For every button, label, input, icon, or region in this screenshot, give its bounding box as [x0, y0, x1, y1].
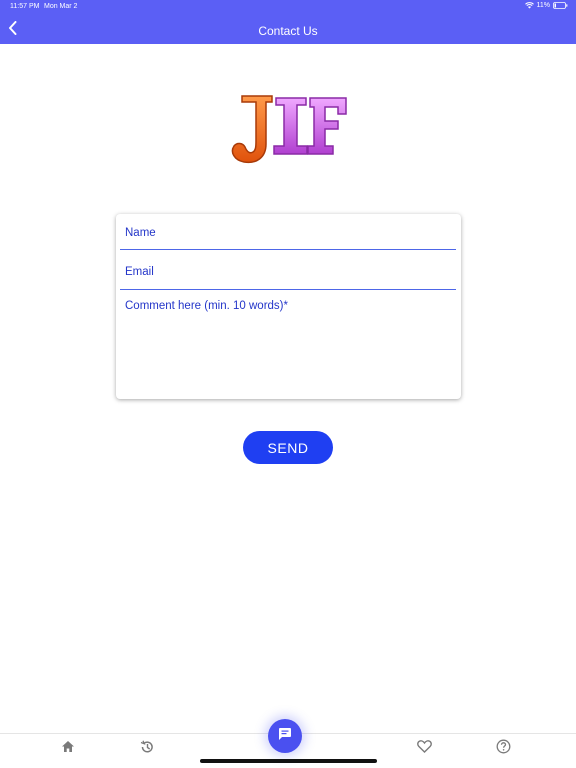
status-date: Mon Mar 2	[44, 3, 78, 10]
nav-favorites[interactable]	[415, 740, 433, 758]
nav-history[interactable]	[138, 739, 156, 759]
name-input[interactable]: Name	[116, 214, 461, 250]
nav-help[interactable]	[494, 739, 512, 759]
status-bar: 11:57 PM Mon Mar 2 11%	[0, 0, 576, 14]
history-icon	[140, 739, 154, 759]
name-underline	[120, 249, 456, 250]
comment-placeholder: Comment here (min. 10 words)*	[125, 300, 288, 312]
nav-home[interactable]	[59, 740, 77, 758]
email-underline	[120, 289, 456, 290]
battery-icon	[553, 2, 568, 9]
status-indicators: 11%	[524, 2, 569, 9]
home-icon	[61, 740, 75, 758]
wifi-icon	[524, 2, 534, 9]
email-placeholder: Email	[125, 266, 154, 278]
help-icon	[496, 739, 511, 759]
page-title: Contact Us	[258, 24, 318, 38]
comment-textarea[interactable]: Comment here (min. 10 words)*	[116, 291, 461, 397]
name-placeholder: Name	[125, 227, 156, 239]
contact-form: Name Email Comment here (min. 10 words)*	[116, 214, 461, 399]
chat-icon	[278, 727, 292, 746]
email-input[interactable]: Email	[116, 251, 461, 289]
app-header: 11:57 PM Mon Mar 2 11% Contact Us	[0, 0, 576, 44]
nav-chat-button[interactable]	[268, 719, 302, 753]
status-time: 11:57 PM	[10, 3, 40, 10]
home-indicator	[200, 759, 377, 763]
heart-icon	[416, 740, 432, 758]
app-logo	[228, 88, 350, 168]
battery-percent: 11%	[536, 2, 551, 9]
send-button[interactable]: SEND	[243, 431, 333, 464]
